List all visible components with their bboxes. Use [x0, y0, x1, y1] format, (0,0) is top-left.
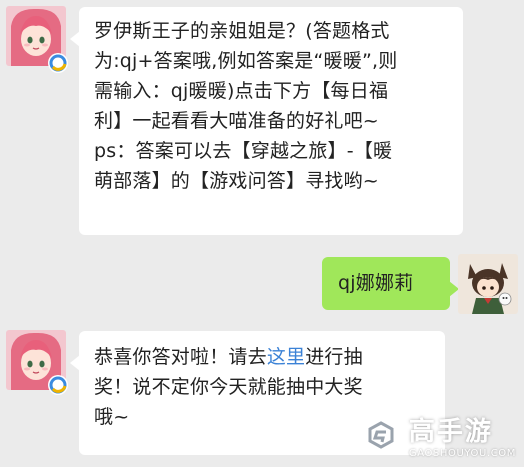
game-badge-icon — [48, 53, 68, 73]
user-avatar[interactable] — [458, 254, 518, 314]
message-line: 奖！说不定你今天就能抽中大奖 — [94, 376, 363, 398]
message-line: 利】一起看看大喵准备的好礼吧~ — [94, 110, 379, 132]
message-line: 为:qj+答案哦,例如答案是“暖暖”,则 — [94, 50, 398, 72]
chibi-boy-avatar-icon — [458, 254, 518, 314]
reply-text: 进行抽 — [305, 346, 363, 368]
message-bubble-answer[interactable]: qj娜娜莉 — [322, 257, 459, 310]
message-line: 恭喜你答对啦！请去这里进行抽 — [94, 342, 433, 372]
watermark-name: 高手游 — [408, 417, 493, 447]
reply-text: 恭喜你答对啦！请去 — [94, 346, 267, 368]
message-line: 罗伊斯王子的亲姐姐是？(答题格式 — [94, 20, 390, 42]
prize-link[interactable]: 这里 — [267, 346, 305, 368]
message-line: 需输入：qj暖暖)点击下方【每日福 — [94, 80, 389, 102]
watermark-url: GAOSHOUYOU.COM — [408, 448, 516, 459]
gaoshouyou-logo-icon — [361, 416, 400, 454]
game-badge-icon — [48, 375, 68, 395]
message-line: ps：答案可以去【穿越之旅】-【暖 — [94, 140, 393, 162]
answer-text: qj娜娜莉 — [338, 272, 414, 294]
message-bubble-question[interactable]: 罗伊斯王子的亲姐姐是？(答题格式 为:qj+答案哦,例如答案是“暖暖”,则 需输… — [70, 7, 463, 235]
watermark: 高手游 GAOSHOUYOU.COM — [361, 411, 516, 459]
message-line: 萌部落】的【游戏问答】寻找哟~ — [94, 170, 379, 192]
